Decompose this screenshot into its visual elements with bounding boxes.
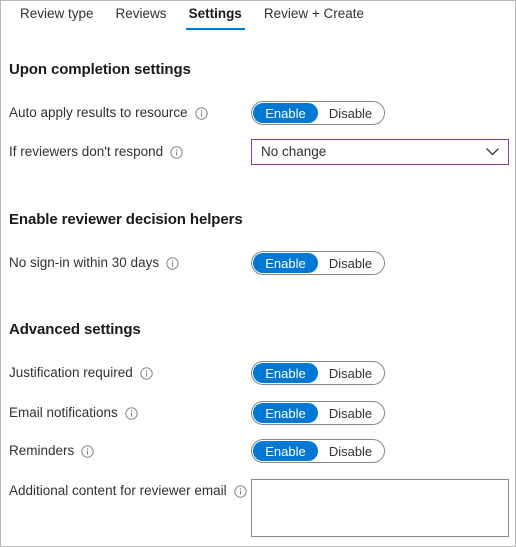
additional-content-textarea[interactable]: [251, 479, 509, 537]
toggle-justification-disable[interactable]: Disable: [318, 363, 383, 383]
label-additional-content-text: Additional content for reviewer email: [9, 483, 227, 498]
label-reminders: Reminders: [9, 443, 94, 459]
toggle-email-notifications-disable[interactable]: Disable: [318, 403, 383, 423]
settings-panel: Review type Reviews Settings Review + Cr…: [0, 0, 516, 547]
dropdown-if-reviewers-dont-respond[interactable]: No change: [251, 139, 509, 165]
row-no-signin: No sign-in within 30 days: [1, 254, 179, 272]
row-justification-required: Justification required: [1, 364, 153, 382]
toggle-email-notifications[interactable]: Enable Disable: [251, 401, 385, 425]
info-icon[interactable]: [166, 256, 179, 270]
tab-reviews[interactable]: Reviews: [105, 1, 178, 33]
toggle-justification-required[interactable]: Enable Disable: [251, 361, 385, 385]
info-icon[interactable]: [170, 145, 183, 159]
info-icon[interactable]: [233, 484, 247, 498]
label-email-notifications-text: Email notifications: [9, 405, 118, 420]
row-additional-content: Additional content for reviewer email: [1, 482, 247, 500]
label-email-notifications: Email notifications: [9, 405, 138, 421]
section-heading-decision-helpers: Enable reviewer decision helpers: [9, 211, 243, 228]
tab-review-type[interactable]: Review type: [9, 1, 105, 33]
info-icon[interactable]: [125, 406, 138, 420]
label-if-reviewers-dont-respond: If reviewers don't respond: [9, 144, 183, 160]
tab-review-create[interactable]: Review + Create: [253, 1, 375, 33]
toggle-no-signin[interactable]: Enable Disable: [251, 251, 385, 275]
label-auto-apply: Auto apply results to resource: [9, 105, 208, 121]
toggle-auto-apply-disable[interactable]: Disable: [318, 103, 383, 123]
label-auto-apply-text: Auto apply results to resource: [9, 105, 188, 120]
label-reminders-text: Reminders: [9, 443, 75, 458]
label-justification-required-text: Justification required: [9, 365, 133, 380]
toggle-reminders[interactable]: Enable Disable: [251, 439, 385, 463]
row-auto-apply: Auto apply results to resource: [1, 104, 208, 122]
chevron-down-icon: [486, 143, 499, 161]
toggle-auto-apply[interactable]: Enable Disable: [251, 101, 385, 125]
label-no-signin: No sign-in within 30 days: [9, 255, 179, 271]
toggle-no-signin-disable[interactable]: Disable: [318, 253, 383, 273]
toggle-reminders-disable[interactable]: Disable: [318, 441, 383, 461]
toggle-email-notifications-enable[interactable]: Enable: [253, 403, 318, 423]
tab-settings[interactable]: Settings: [178, 1, 253, 33]
row-reminders: Reminders: [1, 442, 94, 460]
toggle-justification-enable[interactable]: Enable: [253, 363, 318, 383]
section-heading-upon-completion: Upon completion settings: [9, 61, 191, 78]
info-icon[interactable]: [140, 366, 153, 380]
section-heading-advanced: Advanced settings: [9, 321, 141, 338]
info-icon[interactable]: [194, 106, 208, 120]
info-icon[interactable]: [81, 444, 94, 458]
dropdown-selected-value: No change: [261, 144, 327, 159]
label-if-reviewers-dont-respond-text: If reviewers don't respond: [9, 144, 164, 159]
toggle-auto-apply-enable[interactable]: Enable: [253, 103, 318, 123]
toggle-reminders-enable[interactable]: Enable: [253, 441, 318, 461]
row-if-reviewers-dont-respond: If reviewers don't respond: [1, 143, 183, 161]
toggle-no-signin-enable[interactable]: Enable: [253, 253, 318, 273]
label-additional-content: Additional content for reviewer email: [9, 483, 247, 499]
label-justification-required: Justification required: [9, 365, 153, 381]
tab-bar: Review type Reviews Settings Review + Cr…: [1, 1, 515, 34]
row-email-notifications: Email notifications: [1, 404, 138, 422]
label-no-signin-text: No sign-in within 30 days: [9, 255, 160, 270]
